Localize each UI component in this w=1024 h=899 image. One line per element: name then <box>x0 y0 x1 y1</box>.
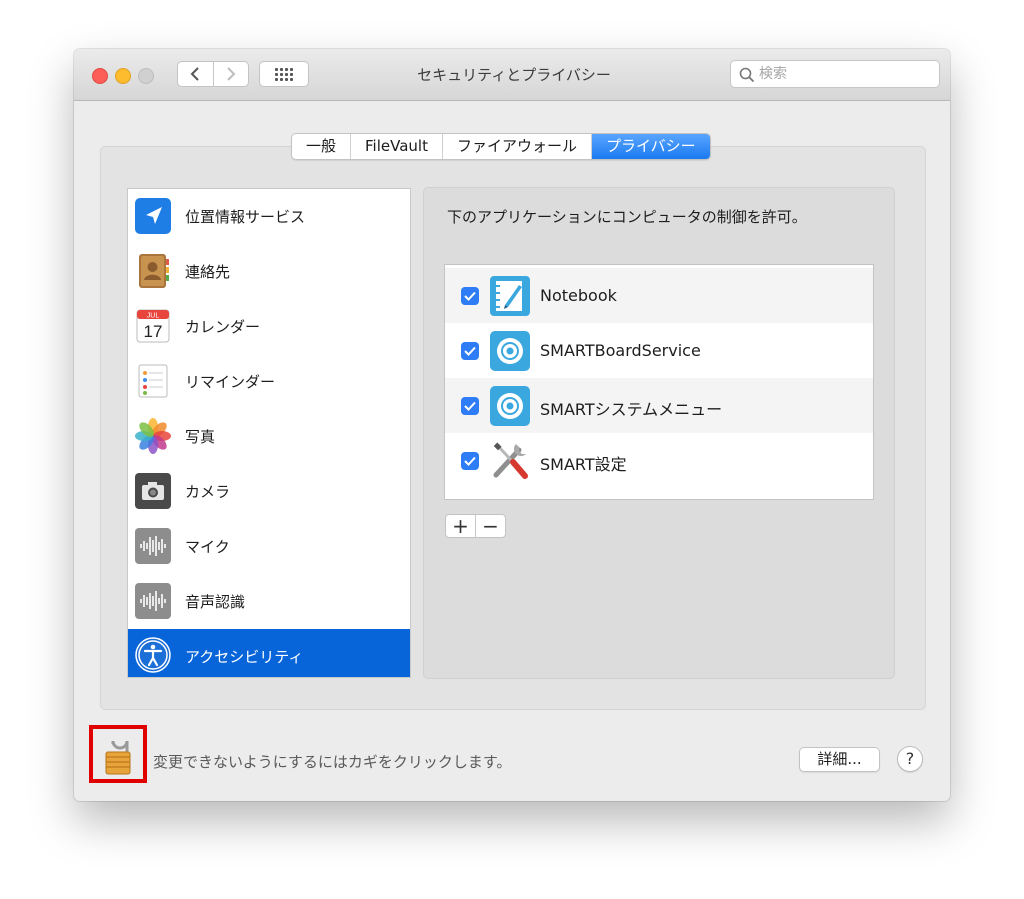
tab-bar: 一般 FileVault ファイアウォール プライバシー <box>291 133 711 160</box>
show-all-button[interactable] <box>259 61 309 87</box>
sidebar-item-label: 位置情報サービス <box>185 208 306 226</box>
lock-description: 変更できないようにするにはカギをクリックします。 <box>153 753 512 771</box>
sidebar-item-label: アクセシビリティ <box>185 648 304 666</box>
app-checkbox[interactable] <box>461 287 479 305</box>
app-label: SMARTシステムメニュー <box>540 400 723 419</box>
back-button[interactable] <box>178 62 214 86</box>
sidebar-item-accessibility[interactable]: アクセシビリティ <box>128 629 410 677</box>
instruction-text: 下のアプリケーションにコンピュータの制御を許可。 <box>447 208 807 226</box>
list-item[interactable]: Notebook <box>445 268 873 323</box>
sidebar-item-label: 音声認識 <box>185 593 246 611</box>
photos-icon <box>135 418 171 454</box>
sidebar-item-label: マイク <box>185 538 230 556</box>
app-label: SMARTBoardService <box>540 341 701 360</box>
search-icon <box>739 67 755 83</box>
sidebar-item-contacts[interactable]: 連絡先 <box>128 244 410 299</box>
sidebar-item-microphone[interactable]: マイク <box>128 519 410 574</box>
app-checkbox[interactable] <box>461 342 479 360</box>
add-app-button[interactable]: + <box>446 514 476 538</box>
chevron-right-icon <box>227 67 236 81</box>
search-field[interactable] <box>730 60 940 88</box>
close-button[interactable] <box>92 68 108 84</box>
app-label: Notebook <box>540 286 617 305</box>
accessibility-icon <box>135 637 171 673</box>
smart-board-service-icon <box>490 331 530 371</box>
remove-app-button[interactable]: − <box>476 514 505 538</box>
checkmark-icon <box>464 456 476 466</box>
minimize-button[interactable] <box>115 68 131 84</box>
preferences-window: セキュリティとプライバシー 一般 FileVault ファイアウォール プライバ… <box>74 49 950 801</box>
smart-system-menu-icon <box>490 386 530 426</box>
grid-icon <box>275 67 293 81</box>
sidebar-item-label: カレンダー <box>185 318 261 336</box>
chevron-left-icon <box>190 67 199 81</box>
list-item[interactable]: SMART設定 <box>445 433 873 488</box>
unlocked-padlock-icon <box>105 740 131 775</box>
sidebar-item-calendar[interactable]: JUL 17 カレンダー <box>128 299 410 354</box>
sidebar-item-label: カメラ <box>185 483 231 501</box>
add-remove-buttons: + − <box>445 514 506 538</box>
title-bar: セキュリティとプライバシー <box>74 49 950 101</box>
contacts-book-icon <box>139 254 169 288</box>
checkmark-icon <box>464 346 476 356</box>
navigation-buttons <box>177 61 249 87</box>
camera-icon <box>135 473 171 509</box>
calendar-icon: JUL 17 <box>136 309 170 343</box>
sidebar-item-photos[interactable]: 写真 <box>128 409 410 464</box>
tab-firewall[interactable]: ファイアウォール <box>443 134 592 159</box>
tab-privacy[interactable]: プライバシー <box>591 134 710 159</box>
sidebar-item-speech-recognition[interactable]: 音声認識 <box>128 574 410 629</box>
search-input[interactable] <box>759 64 929 84</box>
advanced-button[interactable]: 詳細... <box>799 747 880 772</box>
sidebar-item-reminders[interactable]: リマインダー <box>128 354 410 409</box>
app-label: SMART設定 <box>540 455 627 474</box>
sidebar-item-label: リマインダー <box>185 373 276 391</box>
list-item[interactable]: SMARTBoardService <box>445 323 873 378</box>
list-item[interactable]: SMARTシステムメニュー <box>445 378 873 433</box>
forward-button[interactable] <box>214 62 249 86</box>
sidebar-item-location-services[interactable]: 位置情報サービス <box>128 189 410 244</box>
app-checkbox[interactable] <box>461 452 479 470</box>
tab-general[interactable]: 一般 <box>292 134 352 159</box>
tab-filevault[interactable]: FileVault <box>351 134 443 159</box>
app-list: Notebook SMARTBoardService SMARTシステムメニュー… <box>444 264 874 500</box>
speech-recognition-icon <box>135 583 171 619</box>
zoom-button[interactable] <box>138 68 154 84</box>
notebook-app-icon <box>490 276 530 316</box>
sidebar-item-camera[interactable]: カメラ <box>128 464 410 519</box>
microphone-waveform-icon <box>135 528 171 564</box>
reminders-icon <box>138 364 168 398</box>
app-checkbox[interactable] <box>461 397 479 415</box>
calendar-month: JUL <box>147 313 160 320</box>
calendar-day: 17 <box>144 322 163 341</box>
checkmark-icon <box>464 401 476 411</box>
location-arrow-icon <box>135 198 171 234</box>
sidebar-item-label: 写真 <box>185 428 216 446</box>
tools-settings-icon <box>493 442 528 479</box>
checkmark-icon <box>464 291 476 301</box>
sidebar-item-label: 連絡先 <box>185 263 231 281</box>
lock-button[interactable] <box>89 725 147 783</box>
privacy-category-list: 位置情報サービス 連絡先 JUL 17 カレンダー リマインダー 写真 カメラ … <box>127 188 411 678</box>
window-title: セキュリティとプライバシー <box>417 66 611 84</box>
help-button[interactable]: ? <box>897 746 923 772</box>
